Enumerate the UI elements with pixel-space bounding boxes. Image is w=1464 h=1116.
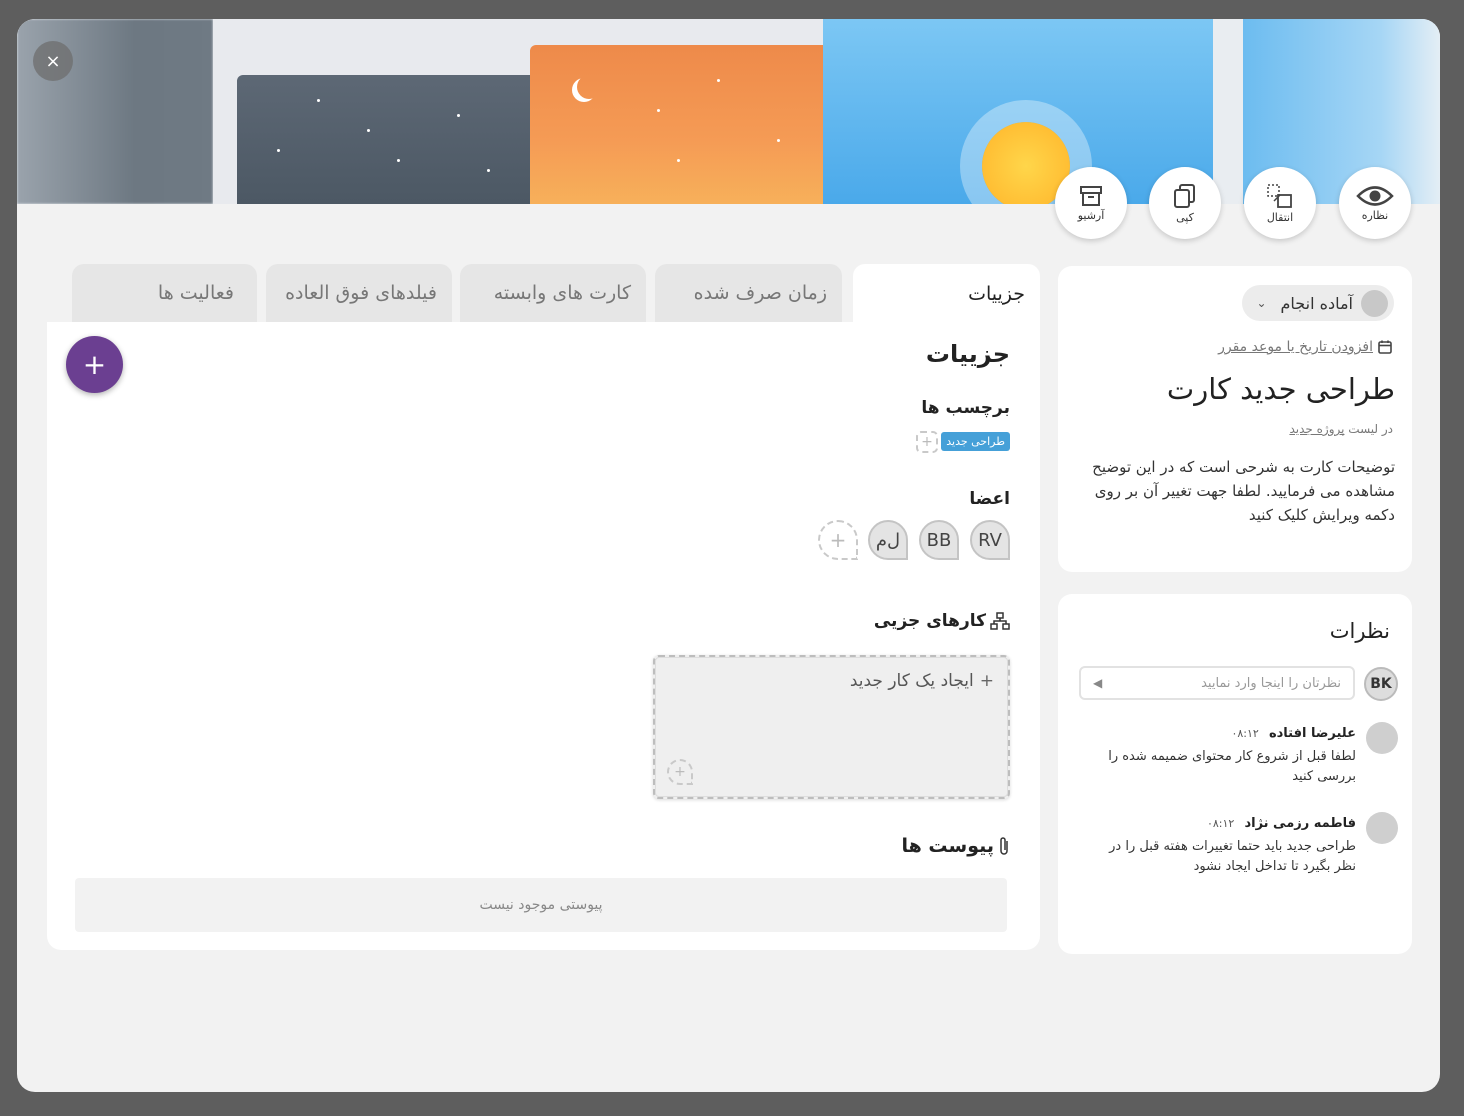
comment-meta: فاطمه رزمی نژاد ۰۸:۱۲: [1207, 816, 1356, 831]
member-avatar[interactable]: ل‌م: [868, 520, 908, 560]
add-button[interactable]: +: [66, 336, 123, 393]
in-list-prefix: در لیست: [1348, 422, 1393, 436]
comments-title: نظرات: [1329, 619, 1390, 643]
tab-custom-fields[interactable]: فیلدهای فوق العاده: [266, 264, 452, 322]
add-member-button[interactable]: +: [818, 520, 858, 560]
watch-button[interactable]: نظاره: [1339, 167, 1411, 239]
status-indicator: [1361, 289, 1388, 317]
archive-button[interactable]: آرشیو: [1055, 167, 1127, 239]
labels-title: برچسب ها: [921, 398, 1010, 418]
comment-meta: علیرضا افتاده ۰۸:۱۲: [1231, 726, 1356, 741]
archive-icon: [1080, 185, 1102, 206]
tab-activities[interactable]: فعالیت ها: [72, 264, 257, 322]
list-link[interactable]: پروژه جدید: [1289, 422, 1344, 436]
plus-icon: +: [674, 764, 686, 780]
add-subtask-member-button[interactable]: +: [667, 759, 693, 785]
add-label-button[interactable]: +: [916, 431, 938, 453]
comment-text: طراحی جدید باید حتما تغییرات هفته قبل را…: [1109, 839, 1356, 874]
copy-icon: [1174, 183, 1195, 208]
calendar-icon: [1378, 340, 1392, 354]
cover-image: [17, 19, 1440, 204]
avatar: BK: [1364, 667, 1398, 701]
add-date-link[interactable]: افزودن تاریخ یا موعد مقرر: [1218, 339, 1392, 355]
eye-icon: [1356, 185, 1394, 206]
plus-icon: +: [829, 528, 847, 552]
details-panel: + جزییات برچسب ها طراحی جدید + اعضا RV B…: [47, 322, 1040, 950]
card-title[interactable]: طراحی جدید کارت: [1167, 372, 1395, 406]
add-date-text: افزودن تاریخ یا موعد مقرر: [1218, 339, 1373, 355]
comment-placeholder: نظرتان را اینجا وارد نمایید: [1201, 675, 1341, 691]
status-dropdown[interactable]: آماده انجام ⌄: [1242, 285, 1394, 321]
tab-details[interactable]: جزییات: [853, 264, 1040, 324]
member-avatar[interactable]: RV: [970, 520, 1010, 560]
subtasks-title: کارهای جزیی: [874, 611, 1010, 631]
copy-label: کپی: [1176, 210, 1194, 224]
card-info-panel: آماده انجام ⌄ افزودن تاریخ یا موعد مقرر …: [1058, 266, 1412, 572]
watch-label: نظاره: [1361, 208, 1389, 222]
new-subtask[interactable]: +ایجاد یک کار جدید: [850, 671, 994, 691]
card-modal: × نظاره انتقال کپی آرشیو آماده انجام ⌄ ا…: [17, 19, 1440, 1092]
attachments-title-text: پیوست ها: [901, 835, 994, 857]
avatar: [1366, 722, 1398, 754]
member-avatar[interactable]: BB: [919, 520, 959, 560]
move-label: انتقال: [1266, 210, 1294, 224]
plus-icon: +: [979, 671, 994, 691]
new-subtask-label: ایجاد یک کار جدید: [849, 671, 974, 691]
attachments-empty: پیوستی موجود نیست: [75, 878, 1007, 932]
avatar: [1366, 812, 1398, 844]
close-button[interactable]: ×: [33, 41, 73, 81]
comment-author: فاطمه رزمی نژاد: [1244, 816, 1356, 831]
move-button[interactable]: انتقال: [1244, 167, 1316, 239]
move-icon: [1267, 183, 1292, 208]
comment-time: ۰۸:۱۲: [1231, 727, 1259, 740]
new-subtask-box[interactable]: +ایجاد یک کار جدید +: [653, 655, 1010, 799]
tab-time-spent[interactable]: زمان صرف شده: [655, 264, 842, 322]
page-title: جزییات: [925, 340, 1010, 368]
comment-time: ۰۸:۱۲: [1206, 817, 1235, 830]
comments-panel: نظرات BK نظرتان را اینجا وارد نمایید ◀ ع…: [1058, 594, 1412, 954]
attachments-title: پیوست ها: [901, 835, 1010, 857]
label-chip[interactable]: طراحی جدید: [941, 432, 1010, 451]
chevron-down-icon: ⌄: [1256, 296, 1267, 310]
tab-related-cards[interactable]: کارت های وابسته: [460, 264, 646, 322]
copy-button[interactable]: کپی: [1149, 167, 1221, 239]
in-list-info: در لیست پروژه جدید: [1289, 422, 1393, 436]
members-title: اعضا: [969, 489, 1010, 509]
paperclip-icon: [1000, 837, 1008, 855]
archive-label: آرشیو: [1077, 208, 1105, 222]
comment-author: علیرضا افتاده: [1268, 726, 1356, 741]
comment-input[interactable]: نظرتان را اینجا وارد نمایید ◀: [1079, 666, 1355, 700]
send-icon[interactable]: ◀: [1093, 676, 1102, 690]
status-text: آماده انجام: [1280, 293, 1354, 313]
subtasks-title-text: کارهای جزیی: [873, 611, 986, 631]
plus-icon: +: [921, 434, 933, 450]
comment-text: لطفا قبل از شروع کار محتوای ضمیمه شده را…: [1108, 749, 1356, 784]
card-description[interactable]: توضیحات کارت به شرحی است که در این توضیح…: [1085, 455, 1395, 527]
hierarchy-icon: [990, 612, 1010, 630]
